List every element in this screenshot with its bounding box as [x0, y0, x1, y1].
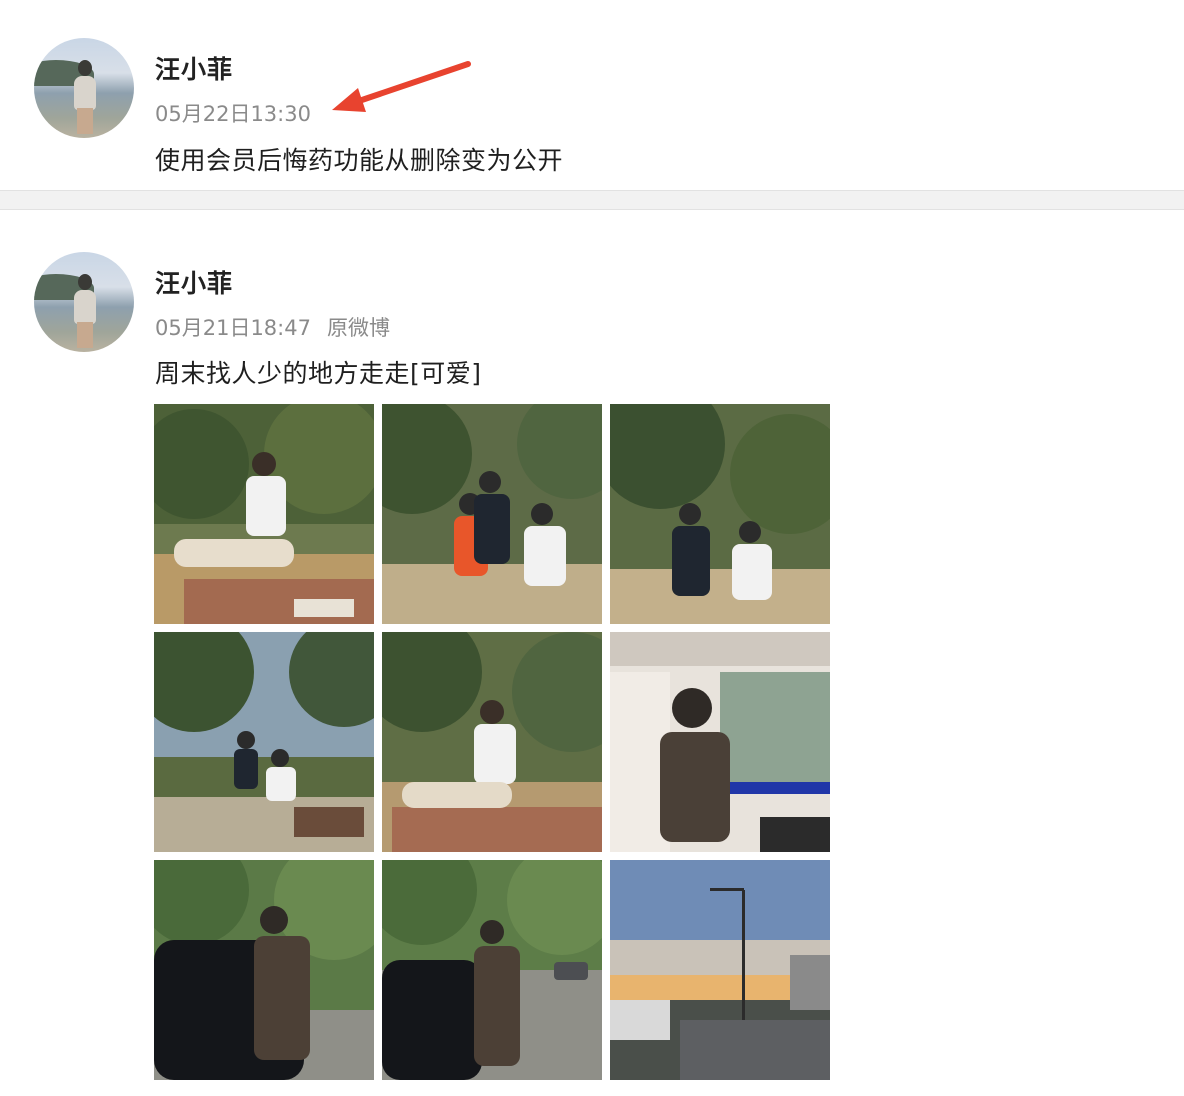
post-timestamp[interactable]: 05月22日13:30 — [155, 102, 311, 126]
user-avatar[interactable] — [34, 252, 134, 352]
photo-thumbnail[interactable] — [154, 632, 374, 852]
photo-thumbnail[interactable] — [382, 632, 602, 852]
username[interactable]: 汪小菲 — [155, 50, 233, 86]
user-avatar[interactable] — [34, 38, 134, 138]
post-meta: 05月22日13:30 — [155, 98, 311, 128]
photo-thumbnail[interactable] — [610, 404, 830, 624]
post-divider — [0, 190, 1184, 210]
weibo-post-2: 汪小菲 05月21日18:47 原微博 周末找人少的地方走走[可爱] — [0, 210, 1184, 1096]
picnic-photo-icon — [154, 632, 374, 852]
photo-thumbnail[interactable] — [382, 404, 602, 624]
car-photo-icon — [154, 860, 374, 1080]
post-text: 周末找人少的地方走走[可爱] — [155, 359, 482, 388]
post-text: 使用会员后悔药功能从删除变为公开 — [155, 146, 564, 175]
original-post-link[interactable]: 原微博 — [327, 316, 390, 340]
picnic-photo-icon — [382, 404, 602, 624]
car-photo-icon — [382, 860, 602, 1080]
photo-thumbnail[interactable] — [154, 860, 374, 1080]
username[interactable]: 汪小菲 — [155, 264, 233, 300]
picnic-photo-icon — [610, 404, 830, 624]
annotation-arrow-icon — [332, 61, 471, 112]
picnic-photo-icon — [382, 632, 602, 852]
photo-thumbnail[interactable] — [382, 860, 602, 1080]
photo-thumbnail[interactable] — [154, 404, 374, 624]
weibo-post-1: 汪小菲 05月22日13:30 使用会员后悔药功能从删除变为公开 — [0, 0, 1184, 190]
photo-thumbnail[interactable] — [610, 860, 830, 1080]
post-meta: 05月21日18:47 原微博 — [155, 312, 390, 342]
photo-grid — [154, 404, 830, 1080]
photo-thumbnail[interactable] — [610, 632, 830, 852]
sunset-photo-icon — [610, 860, 830, 1080]
car-photo-icon — [610, 632, 830, 852]
post-timestamp[interactable]: 05月21日18:47 — [155, 316, 311, 340]
picnic-photo-icon — [154, 404, 374, 624]
